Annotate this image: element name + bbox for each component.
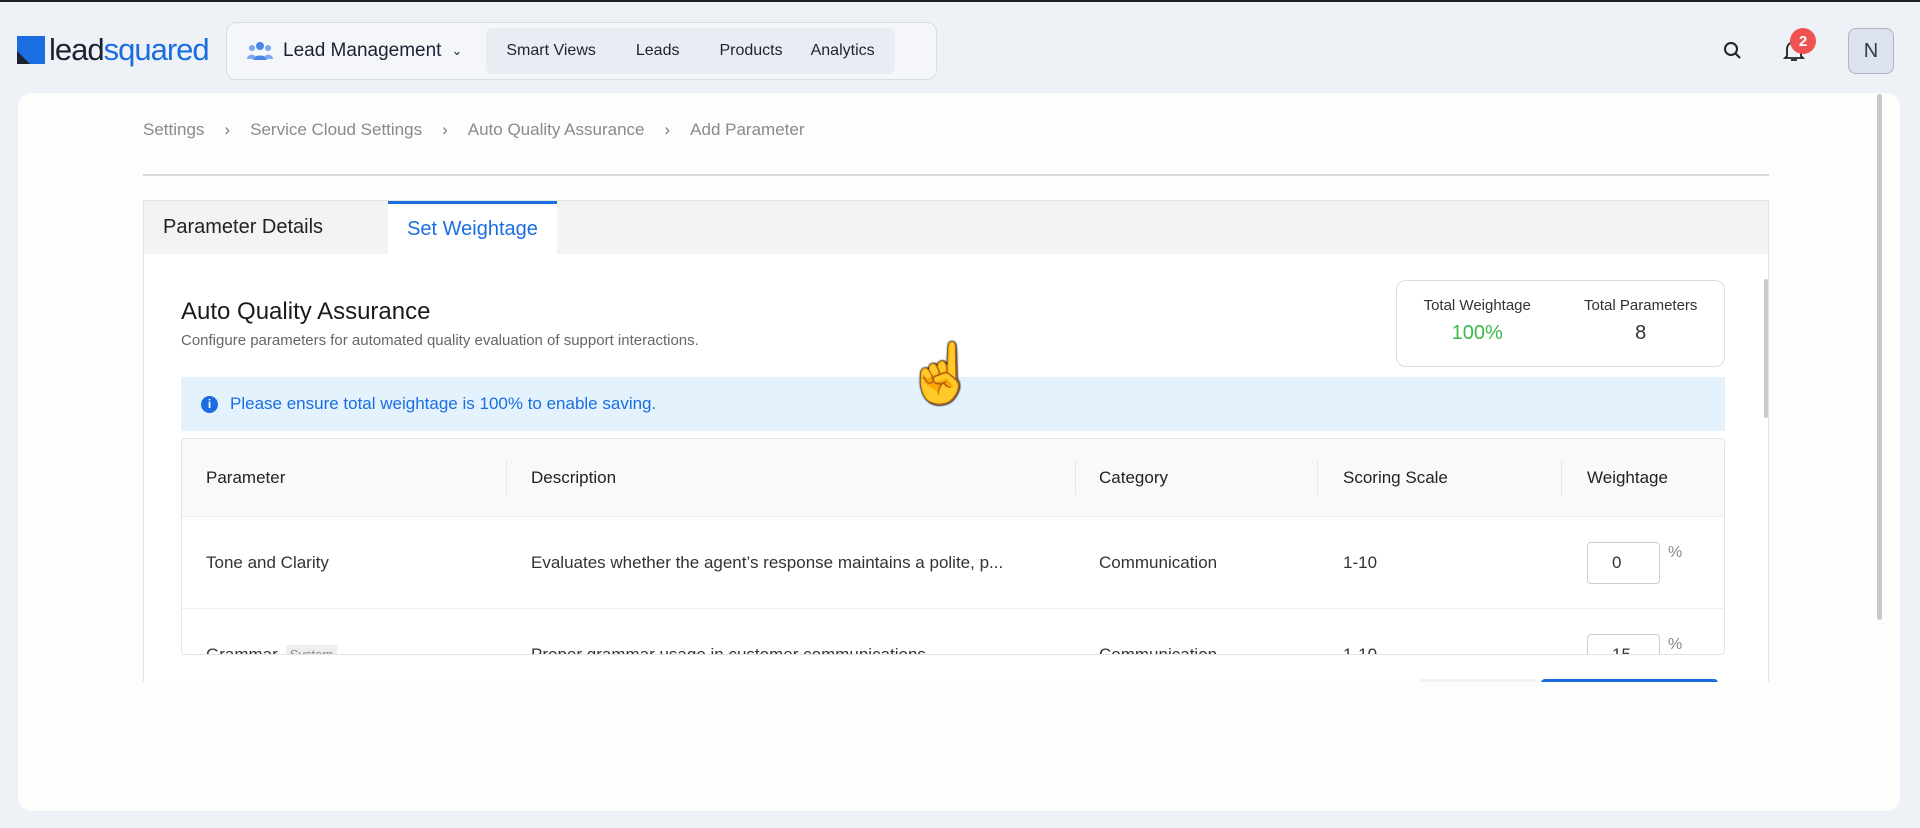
nav-smart-views[interactable]: Smart Views	[492, 42, 610, 60]
chevron-down-icon: ⌄	[451, 43, 463, 58]
section-subtitle: Configure parameters for automated quali…	[181, 332, 699, 349]
users-icon	[247, 42, 273, 60]
col-weightage: Weightage	[1587, 467, 1668, 487]
chevron-right-icon: ›	[664, 120, 671, 139]
table-row: Tone and Clarity Evaluates whether the a…	[182, 517, 1724, 609]
weightage-table: Parameter Description Category Scoring S…	[181, 438, 1725, 655]
total-parameters-value: 8	[1635, 322, 1647, 344]
table-row: Grammar System Proper grammar usage in cu…	[182, 609, 1724, 655]
module-name: Lead Management	[283, 40, 442, 61]
cancel-button[interactable]	[1418, 679, 1538, 682]
weightage-input[interactable]: 0	[1587, 541, 1660, 584]
info-icon: i	[201, 395, 218, 413]
breadcrumb-service-cloud-settings[interactable]: Service Cloud Settings	[250, 120, 422, 140]
parameter-name: Grammar	[206, 644, 278, 655]
hand-pointer-icon: ☝	[905, 341, 978, 406]
save-button[interactable]	[1541, 679, 1718, 682]
tab-set-weightage[interactable]: Set Weightage	[388, 201, 557, 254]
total-parameters-label: Total Parameters	[1584, 297, 1698, 314]
logo-mark-icon	[17, 36, 45, 64]
search-icon[interactable]	[1723, 41, 1743, 61]
nav-products[interactable]: Products	[705, 42, 796, 60]
parameter-scale: 1-10	[1343, 644, 1378, 655]
notification-badge: 2	[1790, 28, 1816, 54]
top-nav: Lead Management ⌄ Smart Views Leads Prod…	[226, 22, 937, 80]
parameter-category: Communication	[1099, 644, 1218, 655]
parameter-scale: 1-10	[1343, 552, 1378, 572]
weightage-panel: Auto Quality Assurance Configure paramet…	[143, 254, 1769, 682]
panel-scrollbar[interactable]	[1764, 279, 1768, 418]
parameter-description: Proper grammar usage in customer communi…	[531, 644, 926, 655]
chevron-right-icon: ›	[442, 120, 448, 139]
section-title: Auto Quality Assurance	[181, 298, 431, 325]
system-tag: System	[285, 645, 338, 654]
tab-parameter-details[interactable]: Parameter Details	[144, 201, 342, 254]
chevron-right-icon: ›	[224, 120, 231, 139]
module-switcher[interactable]: Lead Management ⌄	[227, 23, 482, 79]
breadcrumb-add-parameter: Add Parameter	[690, 120, 805, 139]
stats-box: Total Weightage 100% Total Parameters 8	[1396, 280, 1725, 367]
percent-unit: %	[1668, 636, 1683, 653]
user-avatar[interactable]: N	[1848, 28, 1894, 74]
parameter-name: Tone and Clarity	[206, 552, 329, 572]
breadcrumb-auto-quality-assurance[interactable]: Auto Quality Assurance	[468, 120, 645, 140]
percent-unit: %	[1668, 544, 1683, 561]
table-header: Parameter Description Category Scoring S…	[182, 439, 1724, 517]
col-parameter: Parameter	[206, 467, 286, 487]
breadcrumb-settings[interactable]: Settings	[143, 120, 204, 140]
divider	[143, 174, 1769, 176]
total-weightage-label: Total Weightage	[1423, 297, 1531, 314]
nav-leads[interactable]: Leads	[610, 42, 706, 60]
total-weightage-value: 100%	[1451, 322, 1503, 344]
col-description: Description	[531, 467, 617, 487]
page-scrollbar[interactable]	[1877, 94, 1882, 620]
parameter-category: Communication	[1099, 552, 1218, 572]
breadcrumb: Settings › Service Cloud Settings › Auto Q…	[143, 120, 805, 140]
col-category: Category	[1099, 467, 1168, 487]
weightage-input[interactable]: 15	[1587, 633, 1660, 654]
tab-bar: Parameter Details Set Weightage	[143, 200, 1769, 254]
col-scoring-scale: Scoring Scale	[1343, 467, 1448, 487]
parameter-description: Evaluates whether the agent’s response m…	[531, 552, 1004, 572]
info-message: Please ensure total weightage is 100% to…	[230, 394, 657, 413]
leadsquared-logo[interactable]: lead squared	[17, 32, 210, 67]
nav-analytics[interactable]: Analytics	[797, 42, 889, 60]
